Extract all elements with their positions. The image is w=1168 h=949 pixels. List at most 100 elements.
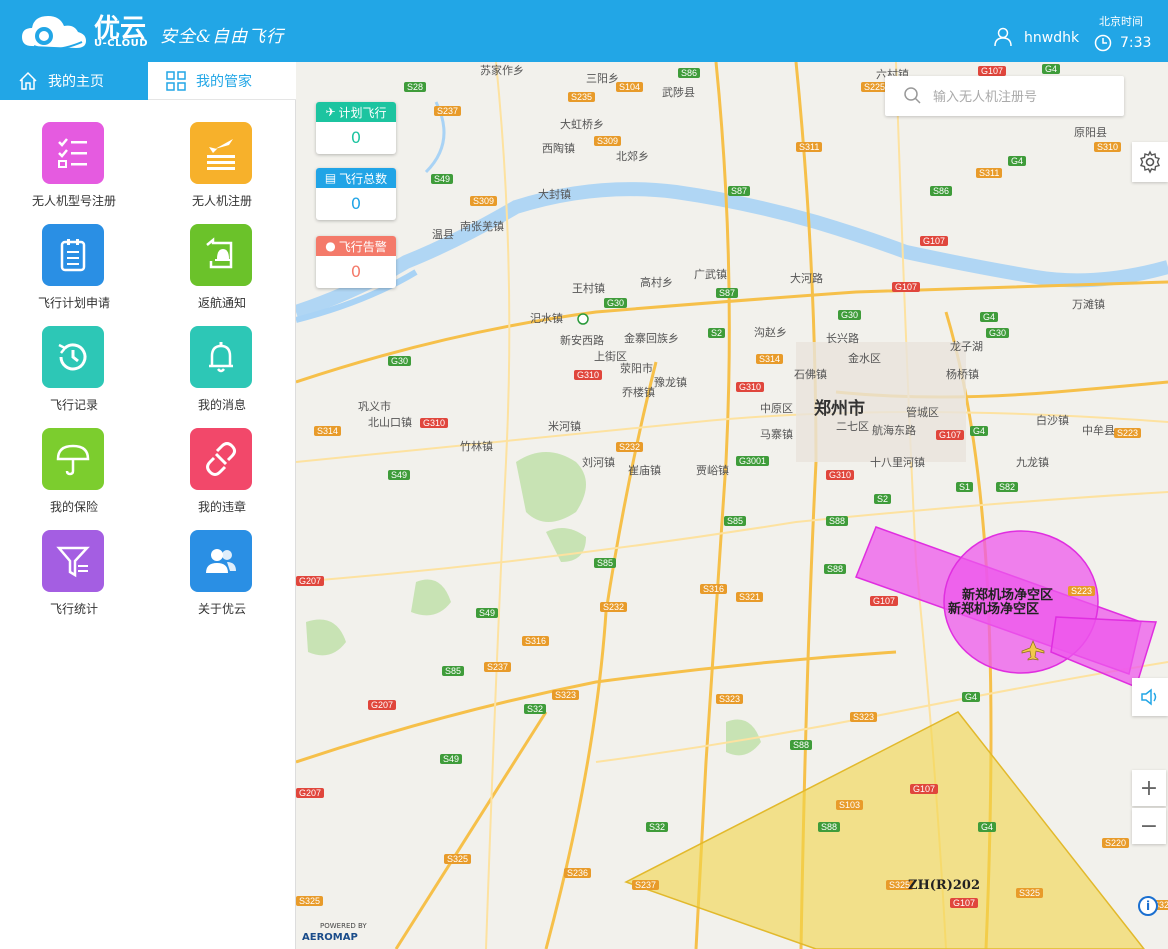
place-label: 管城区 [906,407,939,419]
search-icon [904,87,921,104]
road-badge: S32 [646,822,669,832]
place-label: 长兴路 [826,333,859,345]
plane-doc-icon [190,122,252,184]
place-label: 三阳乡 [586,73,619,85]
aeromap-logo: AEROMAP [302,932,358,943]
stat-value: 0 [350,128,362,147]
road-badge: S314 [756,354,784,364]
tile-label: 飞行计划申请 [37,296,110,310]
road-badge: S223 [1068,586,1096,596]
road-badge: S49 [388,470,411,480]
slogan: 安全&自由飞行 [160,27,285,47]
road-badge: S220 [1102,838,1130,848]
stat-card-planned[interactable]: ✈ 计划飞行 0 [316,102,396,154]
place-label: 巩义市 [358,401,391,413]
road-badge: S88 [790,740,813,750]
place-label: 刘河镇 [582,457,615,469]
road-badge: S1 [956,482,974,492]
tile-label: 我的保险 [49,500,98,514]
tile-label: 关于优云 [197,602,246,616]
stat-label: 计划飞行 [338,105,387,120]
road-badge: S82 [996,482,1019,492]
place-label: 崔庙镇 [628,465,661,477]
place-label: 大封镇 [538,189,571,201]
place-label: 大虹桥乡 [560,119,604,131]
time-label: 北京时间 [1099,15,1143,28]
user-icon[interactable] [994,27,1012,47]
tile-drone-register[interactable]: 无人机注册 [148,122,296,222]
stat-card-total[interactable]: ▤ 飞行总数 0 [316,168,396,220]
tile-return-notice[interactable]: 返航通知 [148,224,296,324]
home-icon [19,71,37,90]
road-badge: S28 [404,82,427,92]
zoom-out-button[interactable]: − [1132,808,1166,844]
road-badge: G207 [368,700,397,710]
place-label: 龙子湖 [950,341,983,353]
settings-button[interactable] [1132,142,1168,182]
road-badge: G207 [296,576,325,586]
tile-my-insurance[interactable]: 我的保险 [0,428,148,528]
road-badge: S86 [930,186,953,196]
search-input[interactable] [933,88,1123,104]
place-label: 十八里河镇 [870,457,925,469]
road-badge: G4 [962,692,981,702]
search-box[interactable] [885,76,1124,116]
road-badge: S236 [564,868,592,878]
tile-flight-record[interactable]: 飞行记录 [0,326,148,426]
stat-value: 0 [350,262,362,281]
road-badge: S316 [522,636,550,646]
road-badge: G107 [910,784,939,794]
road-badge: S309 [594,136,622,146]
road-badge: G107 [892,282,921,292]
tile-label: 飞行记录 [49,398,98,412]
stat-header: ✈ 计划飞行 [316,102,396,122]
grid-icon [166,70,186,91]
tile-my-messages[interactable]: 我的消息 [148,326,296,426]
place-label: 苏家作乡 [480,65,524,77]
tile-about[interactable]: 关于优云 [148,530,296,630]
road-badge: S225 [861,82,889,92]
place-label: 杨桥镇 [946,369,979,381]
road-badge: S104 [616,82,644,92]
road-badge: G310 [420,418,449,428]
road-badge: S311 [796,142,823,152]
tab-home[interactable]: 我的主页 [0,62,148,100]
powered-by: POWERED BY [320,922,367,930]
road-badge: S311 [976,168,1003,178]
place-label: 大河路 [790,273,823,285]
road-badge: S88 [824,564,847,574]
road-badge: G107 [978,66,1007,76]
sound-button[interactable] [1132,678,1168,716]
tab-butler[interactable]: 我的管家 [148,62,296,100]
road-badge: S309 [470,196,498,206]
tile-model-register[interactable]: 无人机型号注册 [0,122,148,222]
tab-butler-label: 我的管家 [196,73,252,90]
road-badge: S321 [736,592,764,602]
road-badge: G30 [838,310,862,320]
road-badge: S88 [826,516,849,526]
place-label: 北郊乡 [616,151,649,163]
tile-flight-plan[interactable]: 飞行计划申请 [0,224,148,324]
stat-card-alert[interactable]: ● 飞行告警 0 [316,236,396,288]
app-header: 优云 U-CLOUD 安全&自由飞行 hnwdhk 北京时间 7:33 [0,0,1168,62]
road-badge: G107 [870,596,899,606]
city-label: 郑州市 [814,399,865,419]
username[interactable]: hnwdhk [1024,30,1079,46]
road-badge: S49 [476,608,499,618]
info-button[interactable]: i [1138,896,1158,916]
map-view[interactable]: S28 S86 S104 S235 S237 S309 S49 S309 S87… [296,62,1168,949]
road-badge: G4 [978,822,997,832]
return-bell-icon [190,224,252,286]
tile-my-violations[interactable]: 我的违章 [148,428,296,528]
tile-label: 无人机注册 [191,194,252,208]
road-badge: G107 [920,236,949,246]
place-label: 中牟县 [1082,425,1115,437]
place-label: 航海东路 [872,425,916,437]
tile-flight-stats[interactable]: 飞行统计 [0,530,148,630]
place-label: 沟赵乡 [754,327,787,339]
stat-value: 0 [350,194,362,213]
road-badge: G107 [936,430,965,440]
place-label: 豫龙镇 [654,377,687,389]
zoom-in-button[interactable]: + [1132,770,1166,806]
road-badge: S86 [678,68,701,78]
